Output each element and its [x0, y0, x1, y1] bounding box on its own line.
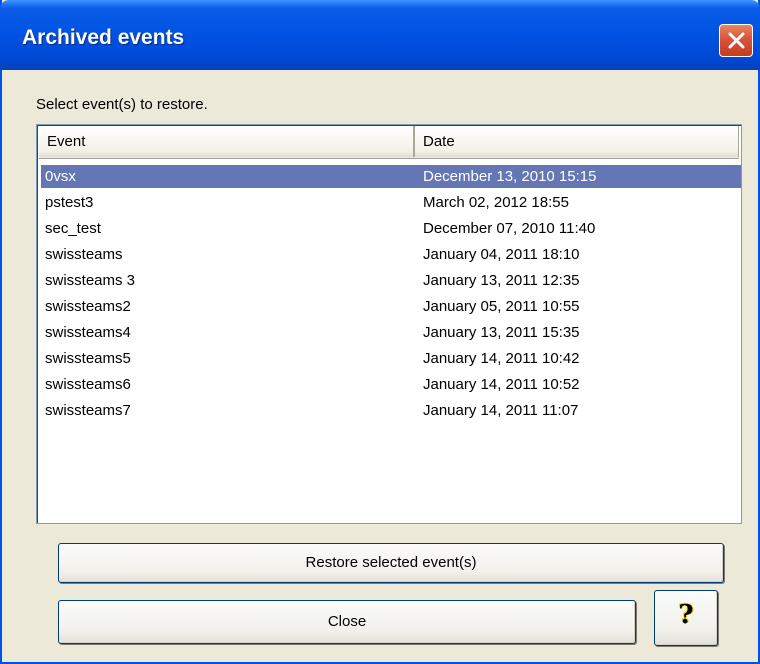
list-item[interactable]: swissteams2 January 05, 2011 10:55 — [41, 295, 741, 318]
event-name: swissteams — [45, 246, 123, 263]
help-button[interactable]: ? — [654, 590, 718, 646]
event-date: January 14, 2011 11:07 — [423, 402, 579, 419]
event-date: January 13, 2011 12:35 — [423, 272, 580, 289]
list-item[interactable]: swissteams6 January 14, 2011 10:52 — [41, 373, 741, 396]
window-close-button[interactable] — [719, 24, 753, 57]
list-item[interactable]: swissteams January 04, 2011 18:10 — [41, 243, 741, 266]
event-name: 0vsx — [45, 168, 76, 185]
list-item[interactable]: 0vsx December 13, 2010 15:15 — [41, 165, 741, 188]
event-date: January 05, 2011 10:55 — [423, 298, 580, 315]
event-date: December 07, 2010 11:40 — [423, 220, 596, 237]
events-list[interactable]: Event Date 0vsx December 13, 2010 15:15 ps… — [36, 124, 742, 524]
event-name: swissteams6 — [45, 376, 131, 393]
archived-events-dialog: Archived events Select event(s) to resto… — [0, 0, 760, 664]
restore-selected-button[interactable]: Restore selected event(s) — [58, 543, 724, 583]
list-item[interactable]: swissteams7 January 14, 2011 11:07 — [41, 399, 741, 422]
window-title: Archived events — [22, 26, 185, 49]
column-header-date[interactable]: Date — [415, 126, 739, 157]
event-name: swissteams5 — [45, 350, 131, 367]
list-item[interactable]: swissteams5 January 14, 2011 10:42 — [41, 347, 741, 370]
event-name: swissteams7 — [45, 402, 131, 419]
list-item[interactable]: pstest3 March 02, 2012 18:55 — [41, 191, 741, 214]
close-icon — [728, 32, 745, 49]
event-name: swissteams2 — [45, 298, 131, 315]
event-date: December 13, 2010 15:15 — [423, 168, 597, 185]
list-item[interactable]: swissteams 3 January 13, 2011 12:35 — [41, 269, 741, 292]
event-name: swissteams 3 — [45, 272, 136, 289]
event-date: January 04, 2011 18:10 — [423, 246, 580, 263]
title-bar[interactable]: Archived events — [0, 0, 760, 70]
instruction-label: Select event(s) to restore. — [36, 96, 208, 113]
column-header-event[interactable]: Event — [39, 126, 415, 157]
event-name: swissteams4 — [45, 324, 131, 341]
list-item[interactable]: swissteams4 January 13, 2011 15:35 — [41, 321, 741, 344]
event-date: January 14, 2011 10:52 — [423, 376, 580, 393]
event-date: January 13, 2011 15:35 — [423, 324, 580, 341]
event-date: March 02, 2012 18:55 — [423, 194, 569, 211]
event-name: sec_test — [45, 220, 101, 237]
list-header: Event Date — [39, 126, 739, 159]
list-item[interactable]: sec_test December 07, 2010 11:40 — [41, 217, 741, 240]
event-name: pstest3 — [45, 194, 94, 211]
event-date: January 14, 2011 10:42 — [423, 350, 580, 367]
question-mark-icon: ? — [678, 600, 694, 630]
close-button[interactable]: Close — [58, 600, 636, 644]
